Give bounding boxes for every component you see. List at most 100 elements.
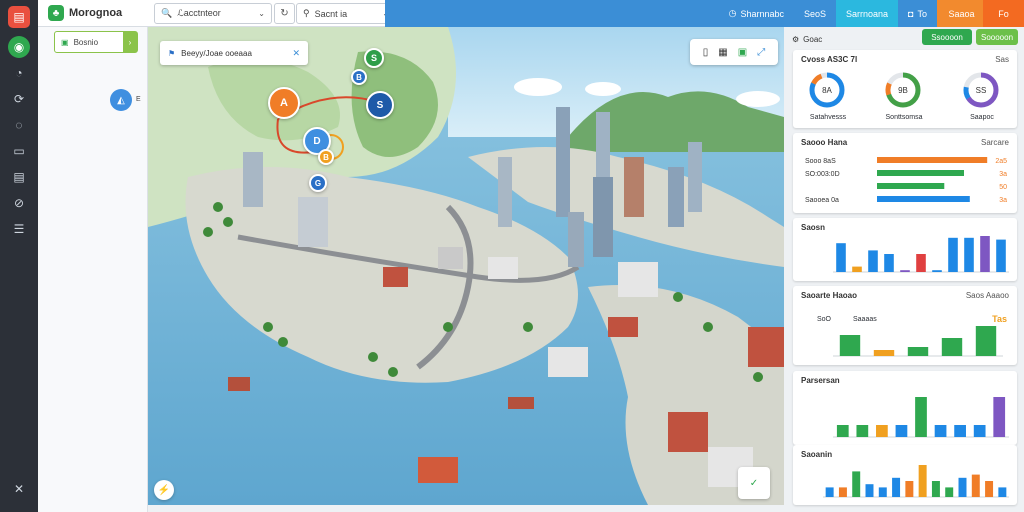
building [383,267,408,287]
map-info-card[interactable]: ⚑ Beeyy/Joae ooeaaa ✕ [160,41,308,65]
dashboard-icon[interactable]: ◔ [8,62,30,84]
gauge-value: SS [976,86,987,95]
secondary-action-button[interactable]: Sooooon [976,29,1018,45]
status-card: Saooo Hana Sarcare Sooo 8aS 2a5 SO:003:0D 3… [793,133,1017,213]
pin-label: S [376,99,384,111]
chart-bar [852,471,861,497]
gauge-value: 9B [898,86,908,95]
status-row-value: 3a [999,171,1007,178]
left-nav-rail: ▤ ◉ ◔ ⟳ ◌ ▭ ▤ ⊘ ☰ ✕ [0,0,38,512]
tower [668,167,684,227]
region-select-value: Sacnt ia [314,8,348,19]
chart-bar [892,477,901,497]
tab-sharnnabc[interactable]: ◷ Sharnnabc [719,0,794,27]
tower [688,142,702,212]
building [608,317,638,337]
chart-bar [964,237,974,272]
tab-saaoa[interactable]: Saaoa [937,0,986,27]
button-label: Ssoooon [931,32,963,42]
gauge-label: Sonttsomsa [885,114,923,121]
layer-select[interactable]: 🔍 ℒacctnteor ⌄ [154,3,272,24]
map-pin[interactable]: A [268,87,300,119]
compass-icon[interactable]: ◉ [8,36,30,58]
layers-icon[interactable]: ▭ [8,140,30,162]
chart-bar [873,350,895,356]
tab-sarrnoana[interactable]: Sarrnoana [836,0,899,27]
chart-bar [915,397,927,437]
expand-icon[interactable]: ⤢ [757,47,765,58]
map-pin[interactable]: B [318,149,334,165]
brand[interactable]: ♣ Morognoa [48,5,122,21]
link-icon[interactable]: ⊘ [8,192,30,214]
kpi-card: Cvoss AS3C 7l Sas 8A 9B SS Satahvesss Sont… [793,50,1017,128]
camera-icon: ◘ [908,8,914,19]
chart-bar [918,465,927,497]
bar-chart-2 [833,326,1003,357]
tab-label: SeoS [803,8,827,19]
location-pin-icon[interactable]: ◭ [110,89,132,111]
map-pin[interactable]: B [351,69,367,85]
gear-icon[interactable]: ⚙ [792,35,799,44]
pin-label: B [323,152,329,162]
chart-bar [868,250,878,272]
location-field[interactable]: ▣ Bosnio › [54,31,138,53]
chart-bar [993,397,1006,437]
tower [243,152,263,207]
tab-label: To [917,8,927,19]
map-pin[interactable]: S [364,48,384,68]
top-status-band: ◷ Sharnnabc SeoS Sarrnoana ◘ To [385,0,937,27]
tab-seos[interactable]: SeoS [794,0,836,27]
tower [593,177,613,257]
building [618,262,658,297]
map-pin[interactable]: S [366,91,394,119]
chart-bar [973,425,986,437]
image-icon[interactable]: ▣ [738,47,747,58]
chart-bar [856,425,869,437]
pin-label: A [280,97,288,109]
tower [498,157,512,227]
refresh-button[interactable]: ↻ [274,3,295,24]
tower [556,107,570,217]
bar-chart-card: Saosn [793,218,1017,281]
status-bar [877,157,988,163]
chart-bar [934,425,947,437]
route-icon[interactable]: ⟳ [8,88,30,110]
bar-chart-card: Saoarte Haoao Saos Aaaoo SoO Saaaas Tas [793,286,1017,365]
primary-action-button[interactable]: Ssoooon [922,29,972,45]
tab-to[interactable]: ◘ To [898,0,937,27]
chart-icon[interactable]: ▤ [8,166,30,188]
chart-bar [958,477,967,497]
cloud [514,78,562,96]
tab-fo[interactable]: Fo [983,0,1024,27]
map-pin[interactable]: G [309,174,327,192]
info-icon[interactable]: ▯ [703,47,709,58]
left-panel: ▣ Bosnio › ◭ E [38,27,148,512]
locate-button[interactable]: ✓ [738,467,770,499]
chart-bar [865,484,874,497]
bar-chart-4 [823,465,1009,498]
region-select[interactable]: ⚲ Sacnt ia ⌄ [296,3,396,24]
compass-button[interactable]: ⚡ [154,480,174,500]
list-icon[interactable]: ☰ [8,218,30,240]
button-label: Sooooon [980,32,1014,42]
map-view[interactable]: ⚑ Beeyy/Joae ooeaaa ✕ ▯ ▦ ▣ ⤢ ⚡ ✓ S B A … [148,27,784,505]
tab-label: Sharnnabc [740,8,784,19]
grid-icon[interactable]: ▦ [718,47,727,58]
filter-icon: ⚲ [303,8,310,18]
boat [508,397,534,409]
chart-bar [907,347,929,356]
chart-bar [836,425,849,437]
chart-bar [905,481,914,497]
settings-icon[interactable]: ✕ [8,478,30,500]
go-button[interactable]: › [123,32,137,52]
pin-label: B [356,72,362,82]
brand-logo-icon: ♣ [48,5,64,21]
globe-icon[interactable]: ◌ [8,114,30,136]
chart-bar [884,254,894,272]
app-logo-icon[interactable]: ▤ [8,6,30,28]
bar-chart-3 [833,397,1009,438]
clock-icon: ◷ [728,8,737,18]
chevron-down-icon: ⌄ [258,9,265,18]
status-row-value: 2a5 [995,158,1007,165]
share-icon[interactable]: ✕ [292,48,300,59]
